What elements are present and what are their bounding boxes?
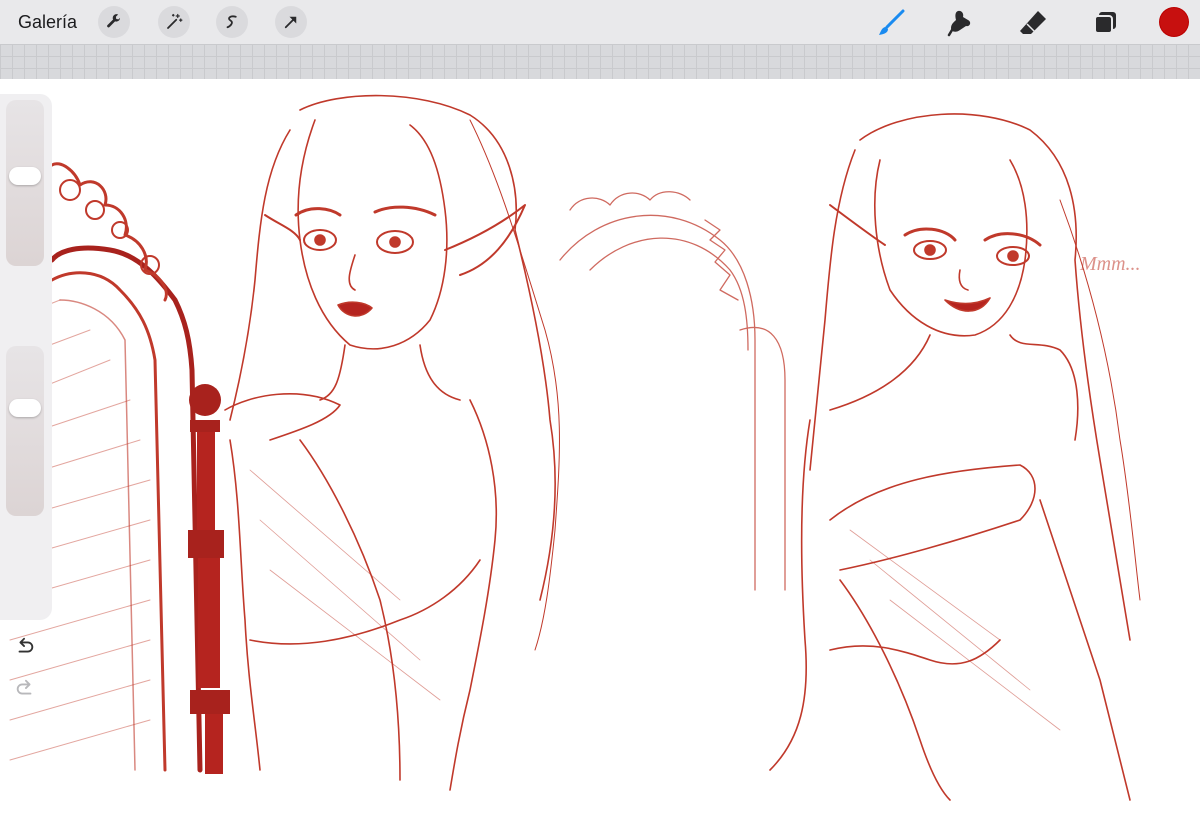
brush-icon xyxy=(876,8,906,38)
reference-strip xyxy=(0,44,1200,79)
layers-tool[interactable] xyxy=(1088,6,1122,40)
elf-figure-right xyxy=(769,113,1141,801)
brush-size-handle[interactable] xyxy=(9,166,41,185)
transform-arrow-icon xyxy=(282,13,300,31)
gallery-button[interactable]: Galería xyxy=(18,12,77,33)
layers-icon xyxy=(1091,9,1119,37)
adjustments-button[interactable] xyxy=(158,6,190,38)
redo-button[interactable] xyxy=(14,678,36,700)
eraser-icon xyxy=(1018,8,1048,38)
smudge-tool[interactable] xyxy=(944,6,978,40)
smudge-icon xyxy=(946,8,976,38)
actions-button[interactable] xyxy=(98,6,130,38)
redo-icon xyxy=(14,678,36,700)
sketch-artwork: Mmm... xyxy=(9,94,1141,801)
undo-button[interactable] xyxy=(14,636,36,658)
opacity-slider[interactable] xyxy=(6,346,44,516)
brush-tool[interactable] xyxy=(874,6,908,40)
magic-wand-icon xyxy=(165,13,183,31)
left-sidebar xyxy=(0,94,52,695)
top-toolbar: Galería xyxy=(0,0,1200,44)
sketch-annotation: Mmm... xyxy=(1079,253,1141,275)
color-swatch[interactable] xyxy=(1160,8,1188,36)
drawing-canvas[interactable]: Mmm... xyxy=(0,79,1200,834)
undo-icon xyxy=(14,636,36,658)
transform-button[interactable] xyxy=(275,6,307,38)
eraser-tool[interactable] xyxy=(1016,6,1050,40)
elf-figure-left xyxy=(224,94,560,791)
wrench-icon xyxy=(105,13,123,31)
opacity-handle[interactable] xyxy=(9,399,41,418)
selection-icon xyxy=(223,13,241,31)
selection-button[interactable] xyxy=(216,6,248,38)
arch-sketch xyxy=(559,191,786,591)
